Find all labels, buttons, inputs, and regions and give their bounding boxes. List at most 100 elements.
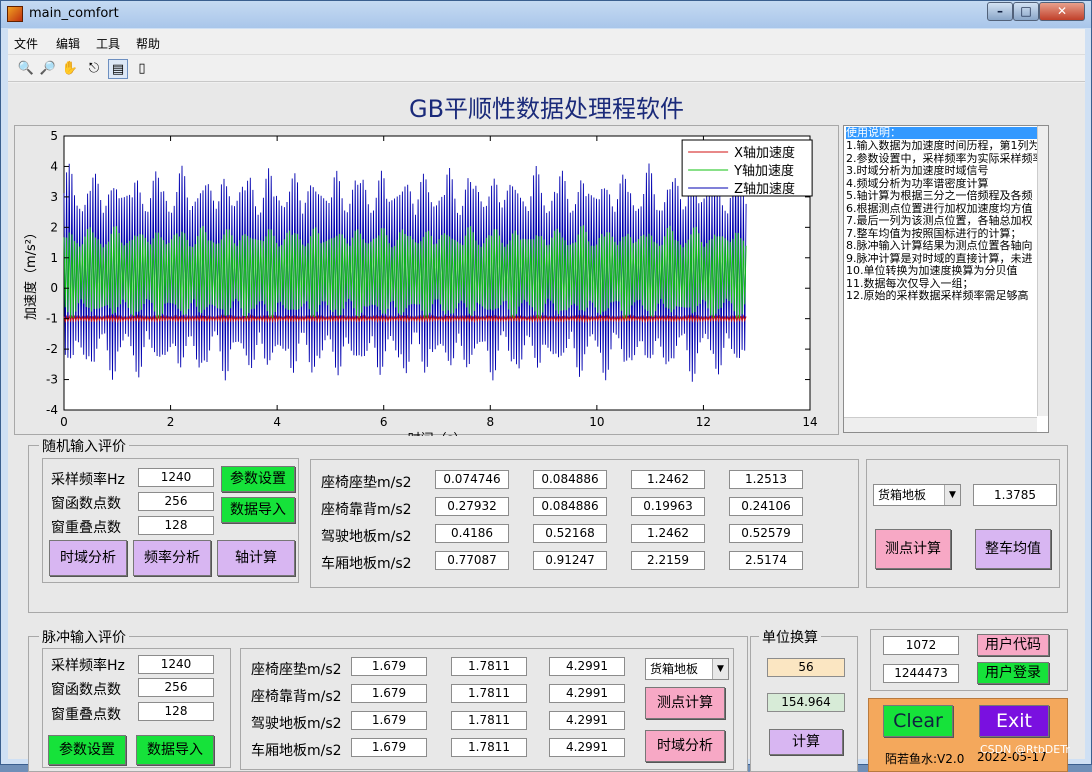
location-select-value: 货箱地板 xyxy=(878,488,927,502)
instruction-line[interactable]: 11.数据每次仅导入一组； xyxy=(846,278,1043,290)
window-points-field[interactable]: 256 xyxy=(138,492,214,511)
pulse-result-field[interactable]: 4.2991 xyxy=(549,738,625,757)
random-result-field[interactable]: 0.52579 xyxy=(729,524,803,543)
random-row-label: 车厢地板m/s2 xyxy=(321,556,412,572)
freq-analysis-button[interactable]: 频率分析 xyxy=(133,540,211,576)
pulse-result-field[interactable]: 1.7811 xyxy=(451,738,527,757)
point-calc-button[interactable]: 测点计算 xyxy=(875,529,951,569)
y-tick-label: -4 xyxy=(46,403,58,417)
instruction-line[interactable]: 1.输入数据为加速度时间历程，第1列为 xyxy=(846,140,1043,152)
param-label: 窗重叠点数 xyxy=(51,707,121,723)
pulse-result-field[interactable]: 1.7811 xyxy=(451,711,527,730)
pulse-result-field[interactable]: 1.7811 xyxy=(451,657,527,676)
pulse-data-import-button[interactable]: 数据导入 xyxy=(136,735,214,765)
pan-icon[interactable]: ✋ xyxy=(60,59,80,79)
legend-icon[interactable]: ▤ xyxy=(108,59,128,79)
pulse-location-select[interactable]: 货箱地板 ▼ xyxy=(645,658,729,680)
random-result-field[interactable]: 2.2159 xyxy=(631,551,705,570)
acceleration-plot[interactable]: 02468101214-4-3-2-1012345时间（s）加速度（m/s²）X… xyxy=(15,126,840,436)
instruction-line[interactable]: 7.整车均值为按照国标进行的计算； xyxy=(846,228,1043,240)
vertical-scrollbar[interactable] xyxy=(1037,126,1048,416)
pulse-result-field[interactable]: 1.7811 xyxy=(451,684,527,703)
random-result-field[interactable]: 2.5174 xyxy=(729,551,803,570)
colorbar-icon[interactable]: ▯ xyxy=(132,59,152,79)
random-result-field[interactable]: 0.074746 xyxy=(435,470,509,489)
random-result-field[interactable]: 0.4186 xyxy=(435,524,509,543)
unit-output-field[interactable]: 154.964 xyxy=(767,693,845,712)
location-result-field[interactable]: 1.3785 xyxy=(973,484,1057,506)
pulse-window-points-field[interactable]: 256 xyxy=(138,678,214,697)
instructions-listbox[interactable]: 使用说明： 1.输入数据为加速度时间历程，第1列为 2.参数设置中，采样频率为实际… xyxy=(843,125,1049,433)
y-tick-label: -3 xyxy=(46,373,58,387)
data-cursor-icon[interactable]: ⎋ xyxy=(84,59,104,79)
maximize-button[interactable]: □ xyxy=(1013,2,1039,21)
pulse-result-field[interactable]: 1.679 xyxy=(351,738,427,757)
pulse-result-field[interactable]: 1.679 xyxy=(351,711,427,730)
pulse-result-field[interactable]: 4.2991 xyxy=(549,657,625,676)
sample-rate-field[interactable]: 1240 xyxy=(138,468,214,487)
clear-button[interactable]: Clear xyxy=(883,705,953,737)
unit-input-field[interactable]: 56 xyxy=(767,658,845,677)
random-row-label: 座椅靠背m/s2 xyxy=(321,502,412,518)
pulse-overlap-points-field[interactable]: 128 xyxy=(138,702,214,721)
time-analysis-button[interactable]: 时域分析 xyxy=(49,540,127,576)
random-result-field[interactable]: 0.084886 xyxy=(533,497,607,516)
window-title: main_comfort xyxy=(29,6,119,21)
user-login-field[interactable]: 1244473 xyxy=(883,664,959,683)
random-result-field[interactable]: 1.2462 xyxy=(631,470,705,489)
pulse-sample-rate-field[interactable]: 1240 xyxy=(138,655,214,674)
random-result-field[interactable]: 0.084886 xyxy=(533,470,607,489)
pulse-result-field[interactable]: 1.679 xyxy=(351,684,427,703)
menu-tools[interactable]: 工具 xyxy=(96,35,120,52)
pulse-time-analysis-button[interactable]: 时域分析 xyxy=(645,730,725,762)
pulse-result-field[interactable]: 1.679 xyxy=(351,657,427,676)
location-select[interactable]: 货箱地板 ▼ xyxy=(873,484,961,506)
menu-file[interactable]: 文件 xyxy=(14,35,38,52)
instruction-line[interactable]: 3.时域分析为加速度时域信号 xyxy=(846,165,1043,177)
random-result-field[interactable]: 0.19963 xyxy=(631,497,705,516)
vehicle-mean-button[interactable]: 整车均值 xyxy=(975,529,1051,569)
random-result-field[interactable]: 0.52168 xyxy=(533,524,607,543)
close-button[interactable]: ✕ xyxy=(1039,2,1085,21)
user-code-button[interactable]: 用户代码 xyxy=(977,634,1049,656)
param-label: 采样频率Hz xyxy=(51,472,125,488)
zoom-out-icon[interactable]: 🔎 xyxy=(38,59,58,79)
legend-entry: Z轴加速度 xyxy=(734,181,795,197)
axis-calc-button[interactable]: 轴计算 xyxy=(217,540,295,576)
data-import-button[interactable]: 数据导入 xyxy=(221,497,295,523)
instruction-line[interactable]: 10.单位转换为加速度换算为分贝值 xyxy=(846,265,1043,277)
instruction-line[interactable]: 6.根据测点位置进行加权加速度均方值 xyxy=(846,203,1043,215)
instruction-line[interactable]: 8.脉冲输入计算结果为测点位置各轴向 xyxy=(846,240,1043,252)
instruction-line[interactable]: 4.频域分析为功率谱密度计算 xyxy=(846,178,1043,190)
random-group-title: 随机输入评价 xyxy=(39,436,129,456)
instruction-line[interactable]: 9.脉冲计算是对时域的直接计算，未进 xyxy=(846,253,1043,265)
random-result-field[interactable]: 1.2513 xyxy=(729,470,803,489)
horizontal-scrollbar[interactable] xyxy=(844,417,1037,432)
pulse-point-calc-button[interactable]: 测点计算 xyxy=(645,687,725,719)
user-login-button[interactable]: 用户登录 xyxy=(977,662,1049,684)
unit-calc-button[interactable]: 计算 xyxy=(769,729,843,755)
random-result-field[interactable]: 1.2462 xyxy=(631,524,705,543)
pulse-result-field[interactable]: 4.2991 xyxy=(549,684,625,703)
overlap-points-field[interactable]: 128 xyxy=(138,516,214,535)
x-tick-label: 14 xyxy=(802,415,817,429)
zoom-in-icon[interactable]: 🔍 xyxy=(16,59,36,79)
random-result-field[interactable]: 0.24106 xyxy=(729,497,803,516)
instruction-line[interactable]: 12.原始的采样数据采样频率需足够高 xyxy=(846,290,1043,302)
instructions-title[interactable]: 使用说明： xyxy=(846,127,1043,139)
minimize-button[interactable]: – xyxy=(987,2,1013,21)
random-result-field[interactable]: 0.27932 xyxy=(435,497,509,516)
title-bar[interactable]: main_comfort – □ ✕ xyxy=(1,1,1091,28)
menu-edit[interactable]: 编辑 xyxy=(56,35,80,52)
random-result-field[interactable]: 0.91247 xyxy=(533,551,607,570)
param-settings-button[interactable]: 参数设置 xyxy=(221,466,295,492)
menu-help[interactable]: 帮助 xyxy=(136,35,160,52)
instruction-line[interactable]: 5.轴计算为根据三分之一倍频程及各频 xyxy=(846,190,1043,202)
instruction-line[interactable]: 7.最后一列为该测点位置，各轴总加权 xyxy=(846,215,1043,227)
pulse-result-field[interactable]: 4.2991 xyxy=(549,711,625,730)
exit-button[interactable]: Exit xyxy=(979,705,1049,737)
instruction-line[interactable]: 2.参数设置中，采样频率为实际采样频率 xyxy=(846,153,1043,165)
random-result-field[interactable]: 0.77087 xyxy=(435,551,509,570)
user-code-field[interactable]: 1072 xyxy=(883,636,959,655)
pulse-param-settings-button[interactable]: 参数设置 xyxy=(48,735,126,765)
